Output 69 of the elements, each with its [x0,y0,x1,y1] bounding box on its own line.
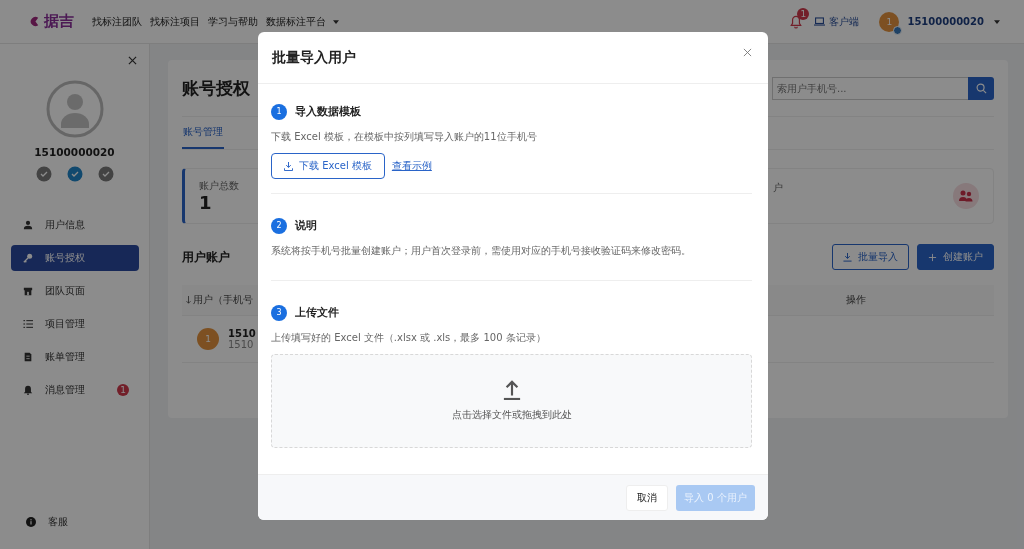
sidebar-item[interactable]: 项目管理 [11,311,139,337]
search-icon [975,82,987,94]
stat-label: 账户总数 [199,179,240,193]
column-header: 用户（手机号 [193,293,253,307]
menu-icon [23,220,33,230]
download-icon [284,161,293,171]
column-header: 操作 [846,293,866,307]
sort-icon[interactable] [186,296,191,304]
logo-icon [28,15,41,28]
caret-icon [333,19,339,24]
create-button[interactable]: 创建账户 [917,244,994,270]
laptop-icon [814,17,826,26]
users-icon [953,183,979,209]
cancel-button[interactable]: 取消 [626,484,668,511]
stat-value: 1 [199,193,213,213]
profile-phone: 15100000020 [34,146,115,158]
search-field[interactable]: 索用户手机号... [772,76,968,100]
sidebar-item[interactable]: 账单管理 [11,344,139,370]
close-icon[interactable] [743,48,752,57]
support-link[interactable]: 客服 [48,515,68,529]
upload-icon [502,380,521,400]
row-avatar: 1 [197,328,219,350]
nav-link[interactable]: 学习与帮助 [208,14,258,29]
info-icon [26,517,36,527]
profile-avatar [45,80,104,138]
tab[interactable]: 账号管理 [182,117,224,149]
download-button[interactable]: 下载 Excel 模板 [271,153,385,179]
stat-label: 户 [773,181,783,195]
example-link[interactable]: 查看示例 [391,159,432,173]
sidebar-item[interactable]: 账号授权 [11,245,139,271]
caret-icon[interactable] [994,19,1000,24]
step-description: 系统将按手机号批量创建账户；用户首次登录前，需使用对应的手机号接收验证码来修改密码。 [271,245,692,257]
upload-dropzone[interactable]: 点击选择文件或拖拽到此处 [271,354,752,448]
plus-icon [928,252,937,262]
sidebar-item[interactable]: 消息管理 1 [11,377,139,403]
menu-icon [23,286,33,296]
step-title: 上传文件 [295,306,339,320]
search-button[interactable] [968,76,994,100]
notification-badge: 1 [797,7,810,20]
step-title: 导入数据模板 [295,105,361,119]
menu-icon [23,352,33,362]
page-title: 账号授权 [182,76,250,100]
logo-text[interactable]: 据吉 [44,12,74,31]
dropzone-text: 点击选择文件或拖拽到此处 [451,408,572,422]
nav-link[interactable]: 数据标注平台 [266,14,339,29]
sidebar-item[interactable]: 团队页面 [11,278,139,304]
dialog-title: 批量导入用户 [272,48,356,67]
avatar-status-icon [893,25,903,35]
menu-icon [23,319,33,329]
step-number: 1 [271,104,287,120]
section-title: 用户账户 [182,248,230,266]
step-number: 2 [271,218,287,234]
step-description: 下载 Excel 模板，在模板中按列填写导入账户的11位手机号 [271,131,538,143]
row-subtext: 1510 [228,339,255,350]
menu-icon [23,385,33,395]
menu-icon [23,253,33,263]
nav-link[interactable]: 找标注项目 [150,14,200,29]
nav-link[interactable]: 找标注团队 [92,14,142,29]
close-icon[interactable] [128,56,137,65]
row-phone: 1510 [228,328,256,339]
step-number: 3 [271,305,287,321]
bell-icon[interactable] [790,14,803,29]
sidebar-item[interactable]: 用户信息 [11,212,139,238]
import-button[interactable]: 批量导入 [832,244,909,270]
download-icon [843,252,852,262]
user-phone[interactable]: 15100000020 [907,16,984,27]
step-title: 说明 [295,219,317,233]
step-description: 上传填写好的 Excel 文件（.xlsx 或 .xls，最多 100 条记录） [271,332,547,344]
client-link[interactable]: 客户端 [814,14,860,29]
